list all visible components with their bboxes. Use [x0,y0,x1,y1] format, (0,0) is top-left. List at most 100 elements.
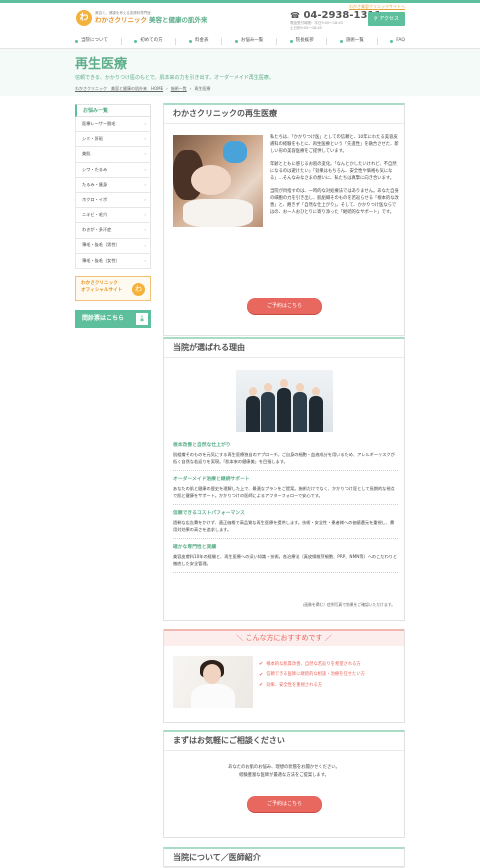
sidebar-item-hair-loss-women[interactable]: 薄毛・抜毛（女性） › [75,253,151,269]
consult-card: まずはお気軽にご相談ください あなたのお肌のお悩み、理想の状態をお聞かせください… [163,730,405,838]
phone-hours-2: 土日祝9:00～18:45 [290,25,322,30]
sidebar: お悩み一覧 医療レーザー脱毛 › シミ・肝斑 › 美肌 › シワ・たるみ › たるみ・痩… [75,104,151,269]
check-icon: ✔ [259,682,264,688]
nav-item-price[interactable]: 料金表 [189,38,209,45]
nav-divider [175,37,177,45]
official-site-banner[interactable]: わかさクリニック オフィシャルサイト わ [75,276,151,301]
photo-note: (画像を掲む）症例写真で効果をご確認いただけます。 [302,602,395,607]
intro-paragraph: 年齢とともに感じるお肌の変化。「なんとかしたいけれど、不自然になるのは避けたい」… [270,161,397,181]
intro-paragraph: 私たちは、「かかりつけ医」としての信頼と、10年にわたる美容皮膚科の経験をもとに… [270,135,399,154]
patient-photo [173,656,253,708]
nav-item-greeting[interactable]: 院長挨拶 [289,37,314,45]
staff-photo [236,370,333,432]
sidebar-item-label: 美肌 [82,151,91,157]
questionnaire-button[interactable]: 問診票はこちら ⤓ [75,310,151,328]
reason-body: 肌組織そのものを元気にする再生医療独自のアプローチ。ご自身の細胞・血液成分を用い… [173,452,395,465]
nav-dot-icon [75,39,78,43]
nav-label: 院長挨拶 [295,37,314,43]
intro-card: わかさクリニックの再生医療 私たちは、「かかりつけ医」としての信頼と、10年にわ… [163,103,405,336]
nav-label: 料金表 [195,37,209,43]
recommend-text: 信頼できる医師に継続的な相談・治療を任せたい方 [266,672,365,678]
sidebar-item-label: 医療レーザー脱毛 [82,120,116,126]
recommend-list: ✔ 根本的な肌質改善、自然な若返りを希望される方 ✔ 信頼できる医師に継続的な相談・… [259,659,401,691]
chevron-right-icon: › [144,166,146,172]
sidebar-item-label: ホクロ・イボ [82,196,108,202]
reserve-button[interactable]: ご予約はこちら [247,298,322,314]
sidebar-heading: お悩み一覧 [75,104,151,117]
sidebar-item-label: ニキビ・毛穴 [82,212,108,218]
sidebar-item-skin-beauty[interactable]: 美肌 › [75,147,151,163]
recommend-item: ✔ 効果、安全性を重視される方 [259,680,401,691]
nav-item-concerns[interactable]: お悩み一覧 [234,38,263,45]
phone-icon: ☎ [290,11,300,20]
page-hero [0,49,480,96]
chevron-right-icon: › [144,212,146,218]
sidebar-item-sagging[interactable]: たるみ・痩身 › [75,177,151,193]
sidebar-item-label: わきが・多汗症 [82,227,112,233]
nav-item-first-visit[interactable]: 初めての方 [134,38,163,45]
recommend-card: ＼ こんな方におすすめです ／ ✔ 根本的な肌質改善、自然な若返りを希望される方 … [163,629,405,723]
chevron-right-icon: › [144,242,146,248]
sidebar-item-moles[interactable]: ホクロ・イボ › [75,192,151,209]
sidebar-item-label: たるみ・痩身 [82,181,108,187]
intro-title: わかさクリニックの再生医療 [164,105,404,124]
reason-item: オーダーメイド治療と継続サポート あなたの肌と健康の歴史を理解した上で、最適なプ… [173,474,398,506]
reason-heading: オーダーメイド治療と継続サポート [173,477,250,483]
treatment-photo [173,135,263,227]
recommend-item: ✔ 信頼できる医師に継続的な相談・治療を任せたい方 [259,670,401,681]
reason-body: あなたの肌と健康の歴史を理解した上で、最適なプランをご提案。施術だけでなく、かか… [173,486,395,499]
sidebar-item-acne[interactable]: ニキビ・毛穴 › [75,208,151,224]
consult-title: まずはお気軽にご相談ください [164,732,404,751]
download-icon: ⤓ [136,313,148,325]
recommend-text: 効果、安全性を重視される方 [266,682,323,688]
breadcrumb: わかさクリニック 美容と健康の肌外来 HOME › 施術一覧 › 再生医療 [75,86,210,92]
chevron-right-icon: › [144,181,146,187]
consult-text: あなたのお肌のお悩み、理想の状態をお聞かせください。 経験豊富な医師が最適な方法… [164,764,404,779]
nav-label: 当院について [81,37,108,43]
sidebar-item-hyperhidrosis[interactable]: わきが・多汗症 › [75,223,151,239]
nav-dot-icon [234,39,238,43]
reason-heading: 信頼できるコストパフォーマンス [173,511,245,517]
logo-name: わかさクリニック [95,15,147,24]
nav-dot-icon [189,39,192,43]
chevron-right-icon: › [144,121,146,127]
access-button[interactable]: ⚲ アクセス [368,12,405,26]
sidebar-item-hair-loss-men[interactable]: 薄毛・抜毛（男性） › [75,238,151,254]
reason-body: 美容皮膚科10年の経験と、再生医療への深い知識・技術。各治療法（真皮線維芽細胞、… [173,554,398,567]
consult-line-1: あなたのお肌のお悩み、理想の状態をお聞かせください。 [228,765,340,770]
breadcrumb-treatments[interactable]: 施術一覧 [171,86,187,92]
logo-subtitle: 美容と健康の肌外来 [149,15,208,24]
reserve-button[interactable]: ご予約はこちら [247,796,322,812]
nav-item-treatments[interactable]: 施術一覧 [339,37,364,45]
nav-divider [221,37,223,45]
chevron-right-icon: › [144,227,146,233]
global-nav: 当院について 初めての方 料金表 お悩み一覧 院長挨拶 施術一覧 FAQ [75,35,405,47]
sidebar-item-label: 薄毛・抜毛（女性） [82,257,120,263]
nav-divider [120,37,122,45]
page-lead: 信頼できる、かかりつけ医のもとで。肌本来の力を引き出す、オーダーメイド再生医療。 [75,75,274,81]
nav-divider [326,37,328,45]
reasons-title: 当院が選ばれる理由 [164,339,404,358]
sidebar-item-laser-hair-removal[interactable]: 医療レーザー脱毛 › [75,117,151,133]
clinic-logo[interactable]: わ 美容と、健康を考える皮膚科専門医 わかさクリニック 美容と健康の肌外来 [76,10,208,26]
reason-item: 確かな専門性と実績 美容皮膚科10年の経験と、再生医療への深い知識・技術。各治療… [173,542,398,574]
logo-mark-icon: わ [76,10,92,26]
nav-label: 初めての方 [140,37,163,43]
recommend-item: ✔ 根本的な肌質改善、自然な若返りを希望される方 [259,659,401,670]
map-pin-icon: ⚲ [373,16,378,22]
sidebar-item-spots[interactable]: シミ・肝斑 › [75,132,151,148]
breadcrumb-separator: › [189,86,192,91]
breadcrumb-home[interactable]: わかさクリニック 美容と健康の肌外来 HOME [75,86,163,92]
nav-item-faq[interactable]: FAQ [390,38,405,45]
sidebar-item-wrinkles[interactable]: シワ・たるみ › [75,162,151,178]
nav-label: 施術一覧 [345,37,364,43]
reason-item: 信頼できるコストパフォーマンス 過剰な広告費をかけず、適正価格で高品質な再生医療… [173,508,398,540]
recommend-text: 根本的な肌質改善、自然な若返りを希望される方 [266,661,361,667]
nav-dot-icon [390,39,394,43]
reasons-card: 当院が選ばれる理由 根本改善と自然な仕上がり 肌組織そのものを元気にする再生医療… [163,337,405,621]
chevron-right-icon: › [144,197,146,203]
nav-dot-icon [134,39,138,43]
nav-item-about[interactable]: 当院について [75,38,108,45]
consult-line-2: 経験豊富な医師が最適な方法をご提案します。 [239,772,329,778]
sidebar-item-label: シワ・たるみ [82,166,108,172]
